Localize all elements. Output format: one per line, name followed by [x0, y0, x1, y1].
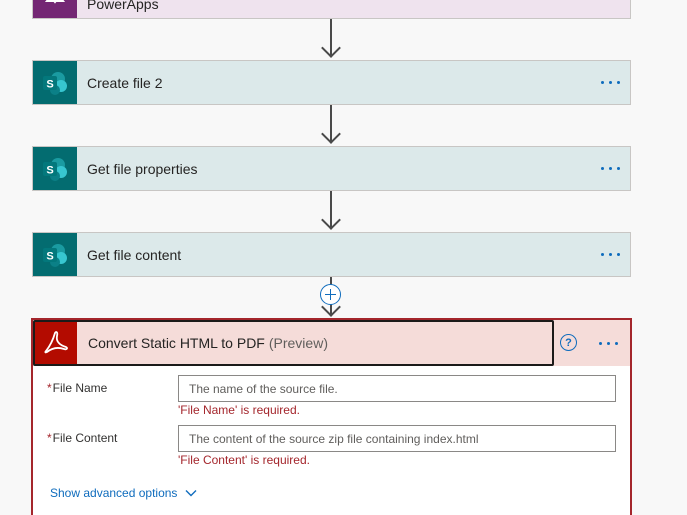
sharepoint-icon: S	[33, 61, 77, 104]
file-name-error: 'File Name' is required.	[178, 403, 300, 417]
step-get-file-content[interactable]: S Get file content	[32, 232, 631, 277]
step-title: Get file properties	[87, 160, 198, 177]
file-name-label: *File Name	[47, 381, 108, 395]
more-options-button[interactable]	[588, 323, 628, 363]
sharepoint-icon: S	[33, 233, 77, 276]
step-title: Create file 2	[87, 74, 163, 91]
step-title: PowerApps	[87, 0, 159, 12]
file-content-input[interactable]	[178, 425, 616, 452]
arrow-down-icon	[321, 38, 341, 58]
action-title: Convert Static HTML to PDF (Preview)	[88, 335, 328, 351]
arrow-down-icon	[321, 124, 341, 144]
show-advanced-options-link[interactable]: Show advanced options	[50, 486, 197, 500]
more-options-button[interactable]	[590, 63, 630, 103]
required-marker: *	[47, 431, 52, 445]
svg-text:S: S	[46, 78, 53, 90]
powerapps-icon	[33, 0, 77, 18]
more-options-button[interactable]	[590, 149, 630, 189]
sharepoint-icon: S	[33, 147, 77, 190]
action-header[interactable]: Convert Static HTML to PDF (Preview) ?	[33, 320, 630, 366]
adobe-acrobat-icon	[35, 322, 77, 364]
more-options-button[interactable]	[590, 235, 630, 275]
insert-step-button[interactable]	[320, 284, 341, 305]
flow-canvas: PowerApps S Create file 2 S Get file pro…	[0, 0, 687, 515]
step-title: Get file content	[87, 246, 182, 263]
arrow-down-icon	[321, 210, 341, 230]
step-create-file-2[interactable]: S Create file 2	[32, 60, 631, 105]
help-icon[interactable]: ?	[560, 334, 577, 351]
action-title-bar[interactable]: Convert Static HTML to PDF (Preview)	[33, 320, 554, 366]
svg-text:S: S	[46, 164, 53, 176]
action-convert-html-to-pdf: Convert Static HTML to PDF (Preview) ? *F…	[31, 318, 632, 515]
required-marker: *	[47, 381, 52, 395]
step-get-file-properties[interactable]: S Get file properties	[32, 146, 631, 191]
file-content-error: 'File Content' is required.	[178, 453, 310, 467]
chevron-down-icon	[185, 490, 197, 497]
file-name-input[interactable]	[178, 375, 616, 402]
file-content-label: *File Content	[47, 431, 118, 445]
step-powerapps[interactable]: PowerApps	[32, 0, 631, 19]
preview-tag: (Preview)	[268, 335, 328, 351]
svg-text:S: S	[46, 250, 53, 262]
